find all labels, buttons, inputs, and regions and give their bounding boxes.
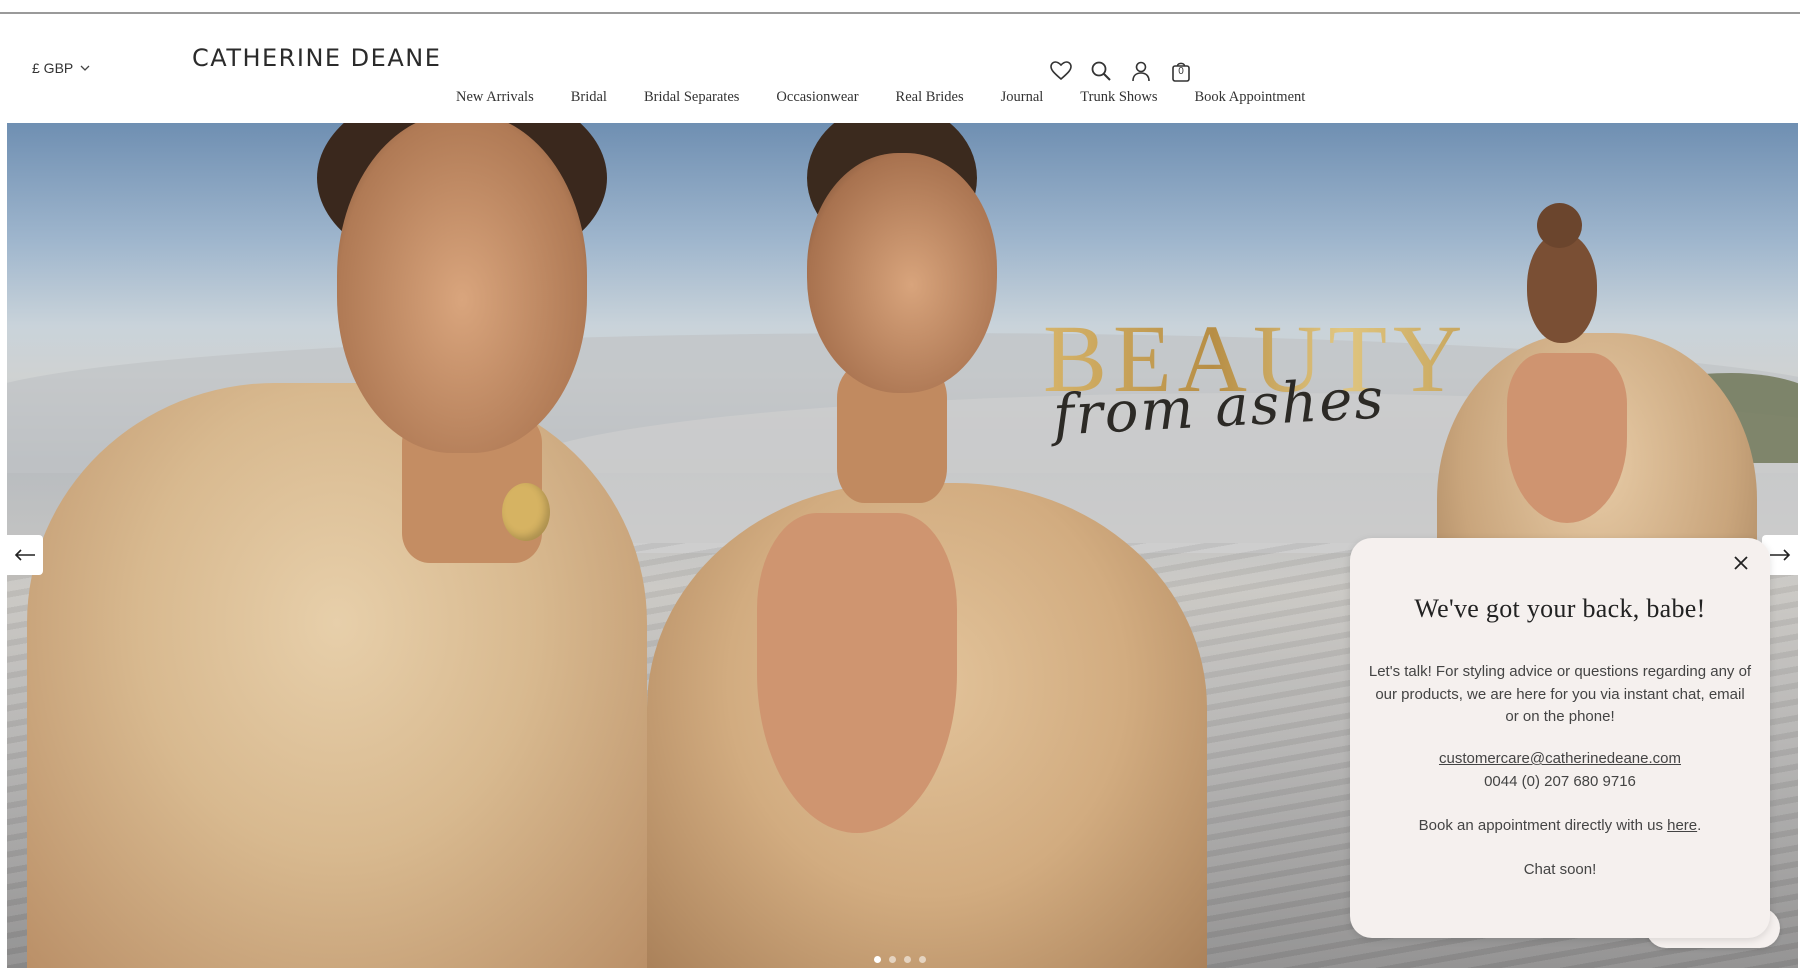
nav-trunk-shows[interactable]: Trunk Shows [1080,89,1157,106]
popup-book-text: Book an appointment directly with us [1418,817,1668,834]
nav-new-arrivals[interactable]: New Arrivals [456,89,534,106]
slider-dot[interactable] [889,956,896,963]
nav-book-appointment[interactable]: Book Appointment [1195,89,1306,106]
popup-signoff: Chat soon! [1523,861,1597,878]
search-icon [1091,61,1111,81]
model-right-head [1527,233,1597,343]
bag-count: 0 [1178,66,1184,77]
popup-phone: 0044 (0) 207 680 9716 [1484,773,1636,790]
heart-icon [1050,61,1072,81]
nav-journal[interactable]: Journal [1001,89,1044,106]
currency-selector[interactable]: £ GBP [32,60,91,76]
main-nav: New Arrivals Bridal Bridal Separates Occ… [456,89,1342,106]
popup-book-suffix: . [1697,817,1702,834]
model-right-back [1507,353,1627,523]
model-center-head [807,153,997,393]
popup-close-button[interactable] [1728,550,1754,576]
chevron-down-icon [80,65,90,71]
nav-bridal-separates[interactable]: Bridal Separates [644,89,739,106]
brand-logo[interactable]: CATHERINE DEANE [192,44,441,72]
slider-dot[interactable] [874,956,881,963]
account-button[interactable] [1128,58,1154,84]
slider-dot[interactable] [919,956,926,963]
chat-popup: We've got your back, babe! Let's talk! F… [1350,538,1770,938]
nav-bridal[interactable]: Bridal [571,89,607,106]
slider-prev-button[interactable] [7,535,43,575]
popup-book-link[interactable]: here [1667,817,1697,834]
nav-occasionwear[interactable]: Occasionwear [776,89,858,106]
search-button[interactable] [1088,58,1114,84]
currency-label: £ GBP [32,60,74,76]
popup-book-line: Book an appointment directly with us her… [1350,817,1770,834]
model-right-hair [1537,203,1582,248]
bag-button[interactable]: 0 [1168,58,1194,84]
model-left-head [337,123,587,453]
popup-title: We've got your back, babe! [1414,594,1706,623]
popup-message: Let's talk! For styling advice or questi… [1368,663,1752,725]
popup-email-link[interactable]: customercare@catherinedeane.com [1350,750,1770,767]
slider-dot[interactable] [904,956,911,963]
close-icon [1734,556,1748,570]
header-icons: 0 [1048,58,1194,84]
model-center-back [757,513,957,833]
nav-real-brides[interactable]: Real Brides [896,89,964,106]
arrow-left-icon [14,549,35,561]
arrow-right-icon [1770,549,1791,561]
model-left-dress [27,383,647,968]
model-left-earring [502,483,550,541]
slider-dots [874,956,926,963]
wishlist-button[interactable] [1048,58,1074,84]
account-icon [1132,61,1150,82]
site-header: £ GBP CATHERINE DEANE 0 New Arrivals Bri… [0,14,1800,123]
